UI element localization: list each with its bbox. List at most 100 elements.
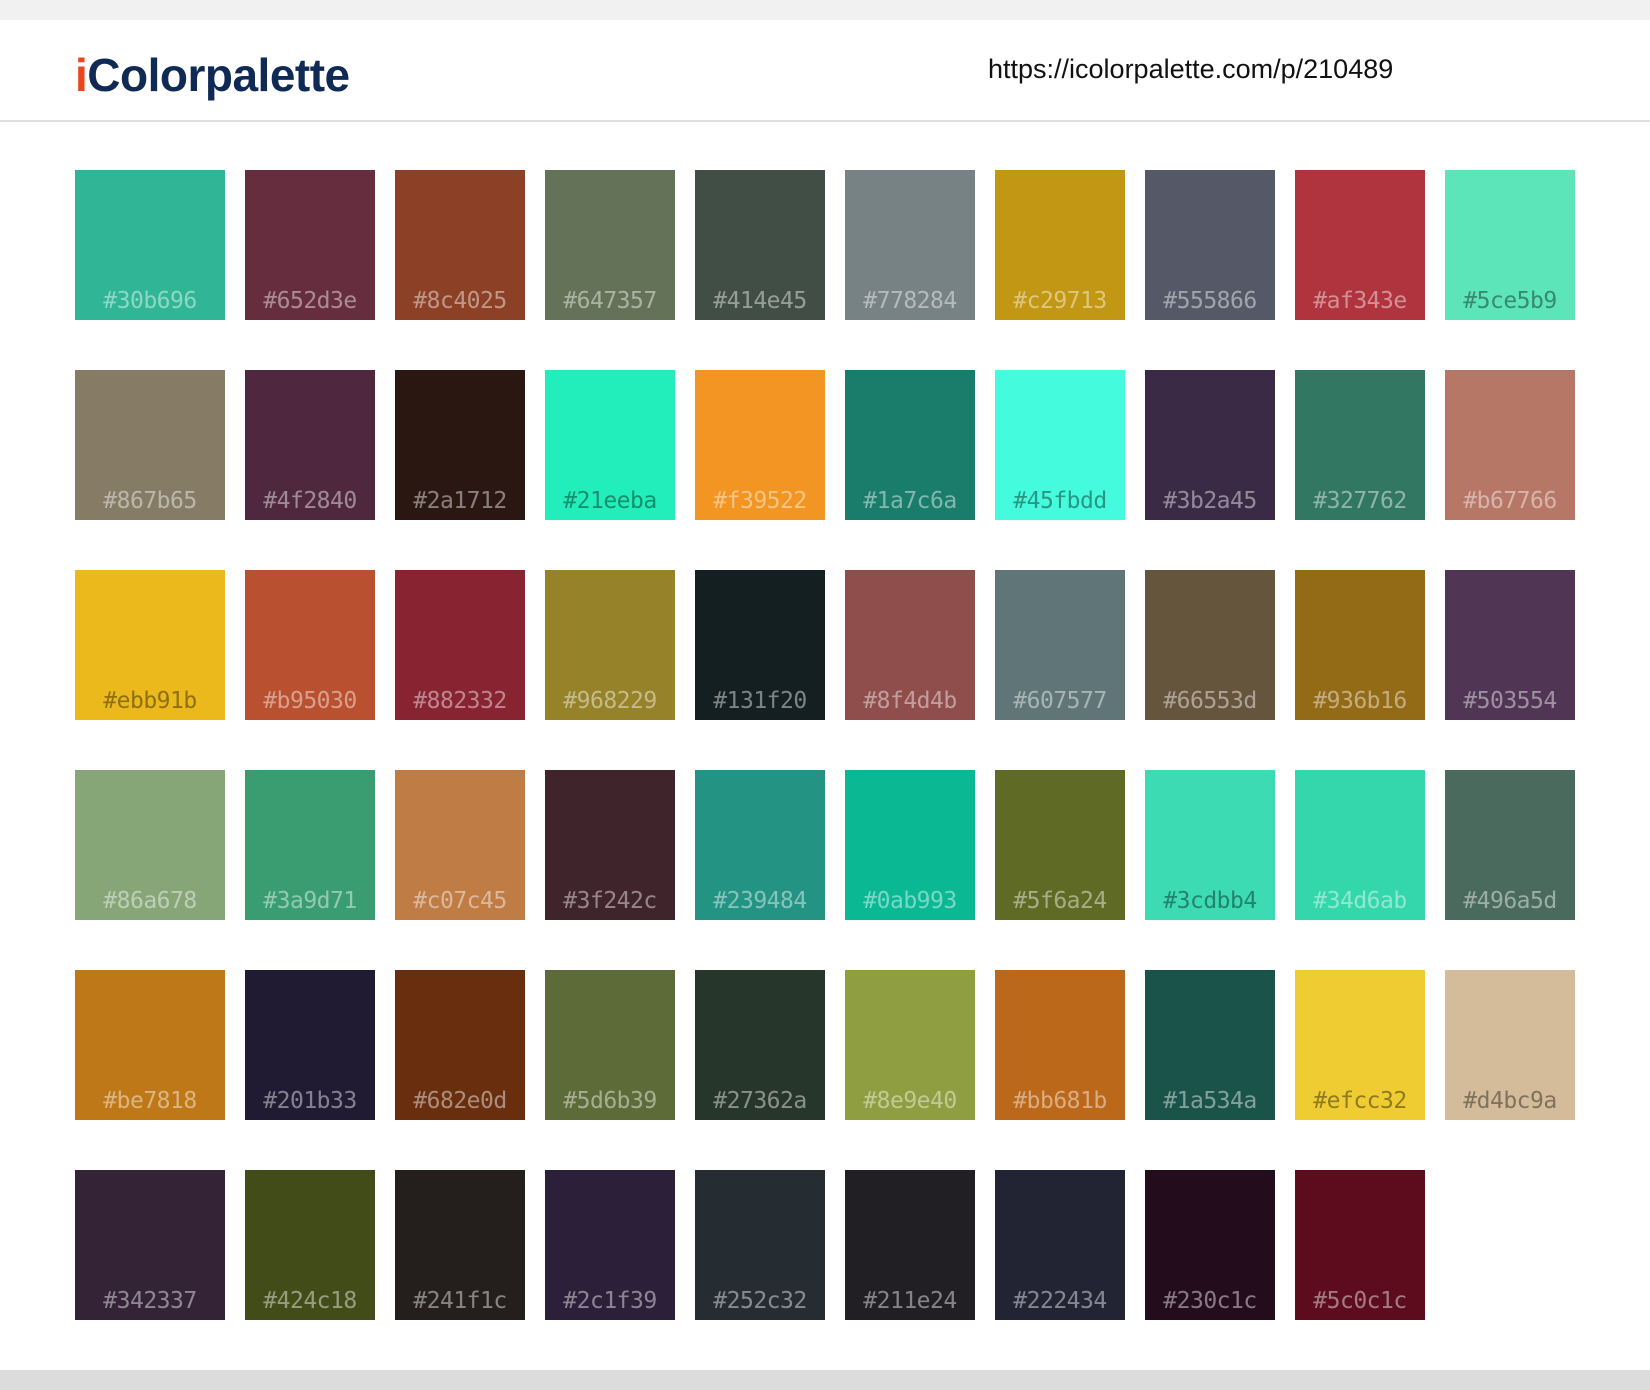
color-swatch[interactable]: #3cdbb4 [1145,770,1275,920]
swatch-hex-label: #0ab993 [863,888,957,914]
color-swatch[interactable]: #1a534a [1145,970,1275,1120]
swatch-hex-label: #8f4d4b [863,688,957,714]
swatch-hex-label: #3cdbb4 [1163,888,1257,914]
color-swatch[interactable]: #239484 [695,770,825,920]
swatch-hex-label: #211e24 [863,1288,957,1314]
color-swatch[interactable]: #414e45 [695,170,825,320]
logo-letter-i: i [75,49,88,101]
color-swatch[interactable]: #222434 [995,1170,1125,1320]
color-swatch[interactable]: #b67766 [1445,370,1575,520]
color-swatch[interactable]: #778284 [845,170,975,320]
color-swatch[interactable]: #8c4025 [395,170,525,320]
color-swatch[interactable]: #882332 [395,570,525,720]
color-swatch[interactable]: #2a1712 [395,370,525,520]
swatch-hex-label: #867b65 [103,488,197,514]
color-swatch[interactable]: #efcc32 [1295,970,1425,1120]
color-swatch[interactable]: #3b2a45 [1145,370,1275,520]
color-swatch[interactable]: #503554 [1445,570,1575,720]
color-swatch[interactable]: #230c1c [1145,1170,1275,1320]
color-swatch[interactable]: #5d6b39 [545,970,675,1120]
color-swatch[interactable]: #607577 [995,570,1125,720]
swatch-hex-label: #131f20 [713,688,807,714]
color-swatch[interactable]: #647357 [545,170,675,320]
swatch-hex-label: #647357 [563,288,657,314]
color-swatch[interactable]: #555866 [1145,170,1275,320]
swatch-hex-label: #b67766 [1463,488,1557,514]
color-swatch[interactable]: #bb681b [995,970,1125,1120]
color-swatch[interactable]: #652d3e [245,170,375,320]
swatch-hex-label: #efcc32 [1313,1088,1407,1114]
color-swatch[interactable]: #241f1c [395,1170,525,1320]
swatch-hex-label: #d4bc9a [1463,1088,1557,1114]
color-swatch[interactable]: #342337 [75,1170,225,1320]
swatch-hex-label: #652d3e [263,288,357,314]
swatch-hex-label: #503554 [1463,688,1557,714]
site-logo[interactable]: iColorpalette [75,48,350,102]
swatch-hex-label: #45fbdd [1013,488,1107,514]
color-swatch[interactable]: #867b65 [75,370,225,520]
swatch-hex-label: #3f242c [563,888,657,914]
color-swatch[interactable]: #496a5d [1445,770,1575,920]
color-swatch[interactable]: #5f6a24 [995,770,1125,920]
swatch-hex-label: #4f2840 [263,488,357,514]
color-swatch[interactable]: #b95030 [245,570,375,720]
swatch-hex-label: #f39522 [713,488,807,514]
color-swatch[interactable]: #327762 [1295,370,1425,520]
color-swatch[interactable]: #af343e [1295,170,1425,320]
color-swatch[interactable]: #4f2840 [245,370,375,520]
swatch-hex-label: #230c1c [1163,1288,1257,1314]
color-swatch[interactable]: #3a9d71 [245,770,375,920]
swatch-hex-label: #af343e [1313,288,1407,314]
color-swatch[interactable]: #30b696 [75,170,225,320]
color-swatch[interactable]: #0ab993 [845,770,975,920]
color-swatch[interactable]: #211e24 [845,1170,975,1320]
swatch-hex-label: #5f6a24 [1013,888,1107,914]
swatch-hex-label: #b95030 [263,688,357,714]
color-swatch[interactable]: #8e9e40 [845,970,975,1120]
color-swatch[interactable]: #252c32 [695,1170,825,1320]
color-swatch[interactable]: #3f242c [545,770,675,920]
color-swatch[interactable]: #34d6ab [1295,770,1425,920]
page-card: iColorpalette https://icolorpalette.com/… [0,20,1650,1370]
color-swatch[interactable]: #5ce5b9 [1445,170,1575,320]
color-swatch[interactable]: #2c1f39 [545,1170,675,1320]
swatch-hex-label: #424c18 [263,1288,357,1314]
swatch-hex-label: #be7818 [103,1088,197,1114]
color-swatch[interactable]: #45fbdd [995,370,1125,520]
color-swatch[interactable]: #86a678 [75,770,225,920]
swatch-hex-label: #21eeba [563,488,657,514]
color-swatch[interactable]: #424c18 [245,1170,375,1320]
color-swatch[interactable]: #1a7c6a [845,370,975,520]
color-swatch[interactable]: #f39522 [695,370,825,520]
swatch-hex-label: #1a534a [1163,1088,1257,1114]
color-swatch[interactable]: #936b16 [1295,570,1425,720]
color-swatch[interactable]: #d4bc9a [1445,970,1575,1120]
swatch-hex-label: #496a5d [1463,888,1557,914]
swatch-hex-label: #8c4025 [413,288,507,314]
swatch-hex-label: #1a7c6a [863,488,957,514]
color-swatch[interactable]: #21eeba [545,370,675,520]
swatch-hex-label: #882332 [413,688,507,714]
swatch-hex-label: #34d6ab [1313,888,1407,914]
color-swatch[interactable]: #27362a [695,970,825,1120]
color-swatch[interactable]: #66553d [1145,570,1275,720]
color-swatch[interactable]: #8f4d4b [845,570,975,720]
color-swatch[interactable]: #ebb91b [75,570,225,720]
color-swatch[interactable]: #5c0c1c [1295,1170,1425,1320]
swatch-hex-label: #66553d [1163,688,1257,714]
swatch-hex-label: #bb681b [1013,1088,1107,1114]
logo-text: Colorpalette [87,49,350,101]
color-swatch[interactable]: #c07c45 [395,770,525,920]
color-swatch[interactable]: #131f20 [695,570,825,720]
swatch-hex-label: #8e9e40 [863,1088,957,1114]
swatch-hex-label: #607577 [1013,688,1107,714]
swatch-hex-label: #778284 [863,288,957,314]
header: iColorpalette https://icolorpalette.com/… [0,20,1650,122]
color-swatch[interactable]: #c29713 [995,170,1125,320]
palette-url[interactable]: https://icolorpalette.com/p/210489 [988,54,1393,85]
color-swatch[interactable]: #201b33 [245,970,375,1120]
swatch-hex-label: #239484 [713,888,807,914]
color-swatch[interactable]: #be7818 [75,970,225,1120]
color-swatch[interactable]: #968229 [545,570,675,720]
color-swatch[interactable]: #682e0d [395,970,525,1120]
